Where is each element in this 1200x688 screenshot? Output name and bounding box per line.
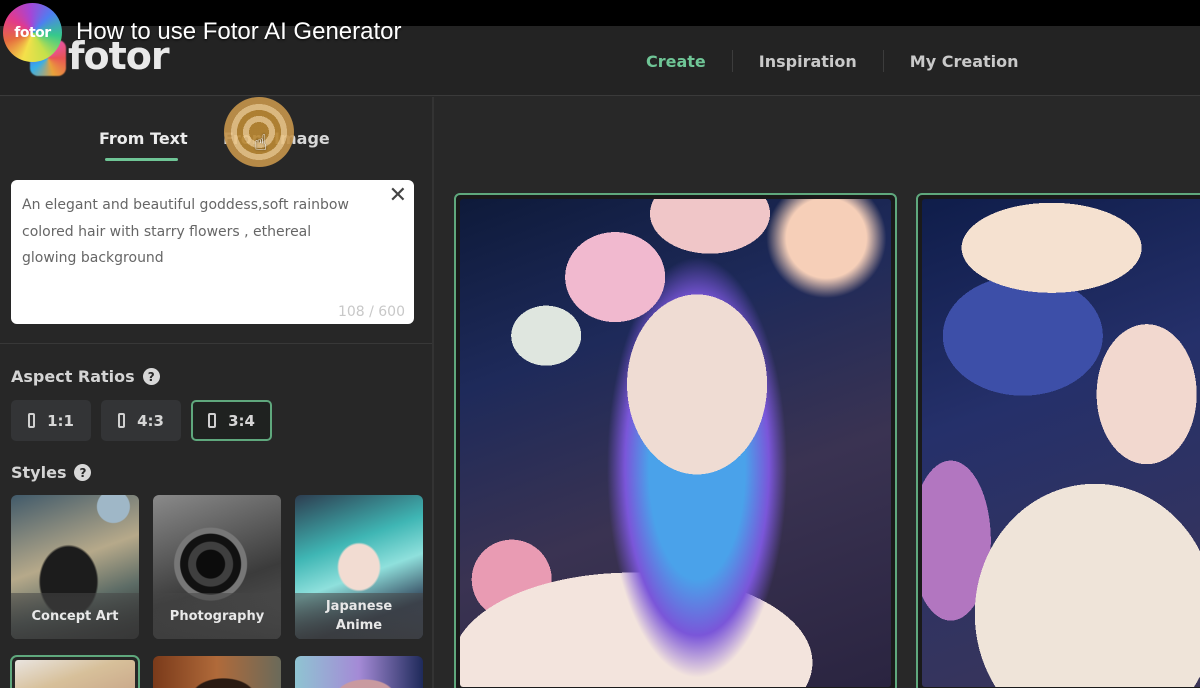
ratio-3-4-button[interactable]: 3:4 bbox=[191, 400, 272, 441]
hand-cursor-icon: ☝ bbox=[254, 131, 268, 156]
style-concept-art[interactable]: Concept Art bbox=[11, 495, 139, 639]
style-caption: Japanese Anime bbox=[295, 593, 423, 639]
active-tab-indicator bbox=[105, 158, 178, 161]
nav-my-creation[interactable]: My Creation bbox=[884, 52, 1045, 71]
portrait-icon bbox=[208, 413, 217, 428]
generated-image-card[interactable] bbox=[454, 193, 897, 688]
ratio-label: 1:1 bbox=[47, 411, 74, 430]
close-icon[interactable]: ✕ bbox=[389, 183, 407, 208]
results-area bbox=[436, 97, 1200, 688]
nav-create[interactable]: Create bbox=[620, 52, 732, 71]
style-thumbnail bbox=[295, 656, 423, 688]
prompt-text[interactable]: An elegant and beautiful goddess,soft ra… bbox=[22, 192, 392, 272]
channel-avatar[interactable]: fotor bbox=[3, 3, 62, 62]
prompt-textarea[interactable]: An elegant and beautiful goddess,soft ra… bbox=[11, 180, 414, 324]
styles-label: Styles bbox=[11, 463, 67, 482]
style-card-selected[interactable] bbox=[10, 655, 140, 688]
channel-avatar-text: fotor bbox=[14, 24, 51, 41]
style-japanese-anime[interactable]: Japanese Anime bbox=[295, 495, 423, 639]
style-card[interactable] bbox=[295, 656, 423, 688]
ratio-label: 4:3 bbox=[137, 411, 164, 430]
style-card[interactable] bbox=[153, 656, 281, 688]
generated-image-card[interactable] bbox=[916, 193, 1200, 688]
ratio-1-1-button[interactable]: 1:1 bbox=[11, 400, 91, 441]
landscape-icon bbox=[118, 413, 126, 428]
section-divider bbox=[0, 343, 432, 344]
style-caption: Concept Art bbox=[11, 593, 139, 639]
style-caption: Photography bbox=[153, 593, 281, 639]
aspect-ratios-label: Aspect Ratios bbox=[11, 367, 135, 386]
generated-image bbox=[460, 199, 891, 687]
style-thumbnail bbox=[15, 660, 135, 688]
styles-heading: Styles ? bbox=[11, 463, 92, 482]
square-icon bbox=[28, 413, 36, 428]
nav-inspiration[interactable]: Inspiration bbox=[733, 52, 883, 71]
app-window: fotor How to use Fotor AI Generator foto… bbox=[0, 0, 1200, 688]
video-title[interactable]: How to use Fotor AI Generator bbox=[76, 18, 402, 46]
generated-image bbox=[922, 199, 1200, 687]
generator-sidebar: From Text From Image ☝ An elegant and be… bbox=[0, 97, 434, 688]
main-nav: Create Inspiration My Creation bbox=[620, 26, 1045, 96]
aspect-ratio-options: 1:1 4:3 3:4 bbox=[11, 400, 272, 441]
character-count: 108 / 600 bbox=[337, 304, 405, 320]
style-photography[interactable]: Photography bbox=[153, 495, 281, 639]
mode-tabs: From Text From Image ☝ bbox=[0, 97, 434, 169]
styles-grid: Concept Art Photography Japanese Anime bbox=[10, 495, 423, 688]
help-icon[interactable]: ? bbox=[74, 464, 92, 481]
tab-from-text[interactable]: From Text bbox=[99, 129, 188, 148]
ratio-4-3-button[interactable]: 4:3 bbox=[101, 400, 181, 441]
ratio-label: 3:4 bbox=[228, 411, 255, 430]
style-thumbnail bbox=[153, 656, 281, 688]
help-icon[interactable]: ? bbox=[142, 368, 160, 385]
aspect-ratios-heading: Aspect Ratios ? bbox=[11, 367, 160, 386]
